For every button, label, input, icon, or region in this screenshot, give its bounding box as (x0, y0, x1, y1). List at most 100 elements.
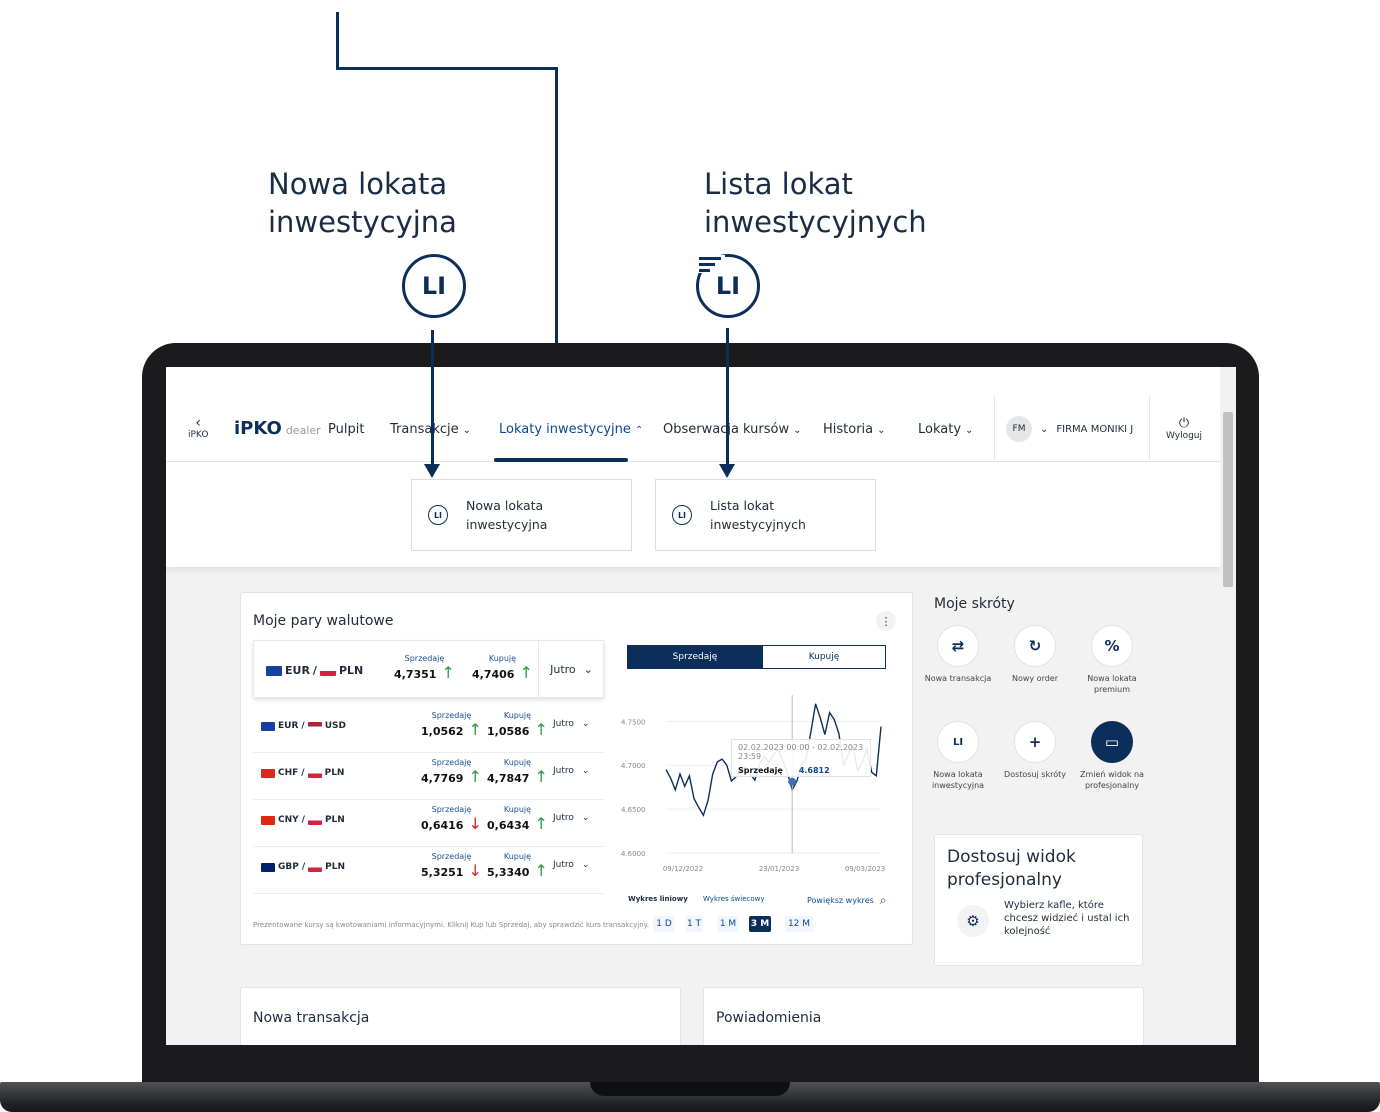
sell-rate[interactable]: Sprzedaję 4,7769 ↑ (421, 758, 482, 786)
buy-value: 0,6434 (487, 819, 530, 832)
buy-label: Kupuję (503, 758, 532, 767)
logout-button[interactable]: ⏻ Wyloguj (1166, 416, 1202, 441)
sell-value: 4,7351 (394, 668, 437, 681)
chevron-down-icon: ⌄ (1040, 423, 1049, 435)
buy-rate[interactable]: Kupuję 4,7406 ↑ (472, 654, 533, 682)
nav-item-lokaty[interactable]: Lokaty ⌄ (918, 422, 973, 437)
logout-label: Wyloguj (1166, 431, 1202, 441)
buy-rate[interactable]: Kupuję 5,3340 ↑ (487, 852, 548, 880)
shortcut-item[interactable]: + Dostosuj skróty (1000, 721, 1070, 780)
value-date-dropdown[interactable]: Jutro ⌄ (553, 813, 589, 823)
connector-line-left (431, 330, 434, 466)
sell-label: Sprzedaję (431, 805, 472, 814)
buy-value: 1,0586 (487, 725, 530, 738)
sell-value: 5,3251 (421, 866, 464, 879)
base-currency: CHF (278, 768, 299, 778)
dropdown-item1-line2: inwestycyjna (466, 517, 548, 532)
tab-chart-buy[interactable]: Kupuję (762, 645, 886, 669)
dropdown-item-new-investment-deposit[interactable]: LI Nowa lokata inwestycyjna (411, 479, 632, 551)
sell-label: Sprzedaję (404, 654, 445, 663)
y-tick-label: 4.7500 (621, 718, 646, 726)
sell-rate[interactable]: Sprzedaję 5,3251 ↓ (421, 852, 482, 880)
buy-label: Kupuję (488, 654, 517, 663)
y-tick-label: 4.7000 (621, 762, 646, 770)
base-currency: EUR (278, 721, 299, 731)
user-menu[interactable]: FM ⌄ FIRMA MONIKI J (1006, 416, 1133, 442)
tooltip-value: 4.6812 (798, 766, 830, 775)
chevron-down-icon: ⌄ (583, 662, 593, 676)
shortcut-item[interactable]: ▭ Zmień widok na profesjonalny (1077, 721, 1147, 791)
value-date-dropdown[interactable]: Jutro ⌄ (553, 766, 589, 776)
nav-item-lokaty-inwestycyjne[interactable]: Lokaty inwestycyjne ⌃ (499, 422, 643, 437)
laptop-notch (590, 1082, 790, 1096)
value-date-dropdown[interactable]: Jutro ⌄ (553, 719, 589, 729)
shortcut-item[interactable]: % Nowa lokata premium (1077, 625, 1147, 695)
li-icon: LI (937, 721, 979, 763)
li-icon: LI (428, 505, 448, 525)
scrollbar[interactable] (1220, 402, 1236, 1045)
more-options-icon[interactable]: ⋮ (876, 611, 896, 631)
dropdown-item2-line2: inwestycyjnych (710, 517, 806, 532)
buy-rate[interactable]: Kupuję 1,0586 ↑ (487, 711, 548, 739)
nav-item-obserwacja-kursow[interactable]: Obserwacja kursów ⌄ (663, 422, 802, 437)
sell-value: 1,0562 (421, 725, 464, 738)
li-icon-label: LI (715, 272, 741, 300)
tooltip-label: Sprzedaję (738, 766, 783, 775)
shortcut-item[interactable]: ⇄ Nowa transakcja (923, 625, 993, 684)
arrow-head-left (424, 464, 440, 478)
value-date-dropdown[interactable]: Jutro ⌄ (538, 641, 604, 697)
currency-row[interactable]: CNY / PLN Sprzedaję 0,6416 ↓ Kupuję 0,643… (253, 801, 604, 847)
currency-row[interactable]: EUR / USD Sprzedaję 1,0562 ↑ Kupuję 1,058… (253, 707, 604, 753)
back-button[interactable]: ‹ iPKO (188, 416, 209, 441)
range-button[interactable]: 3 M (749, 916, 771, 932)
pro-view-body: Wybierz kafle, które chcesz widzieć i us… (1004, 900, 1130, 937)
callout-left-line1: Nowa lokata (268, 167, 448, 201)
flag-pln-icon (307, 768, 322, 778)
sell-rate[interactable]: Sprzedaję 4,7351 ↑ (394, 654, 455, 682)
buy-value: 4,7406 (472, 668, 515, 681)
new-transaction-title: Nowa transakcja (253, 1010, 370, 1026)
tab-chart-sell[interactable]: Sprzedaję (627, 645, 763, 669)
nav-item-pulpit[interactable]: Pulpit (328, 422, 364, 437)
buy-rate[interactable]: Kupuję 0,6434 ↑ (487, 805, 548, 833)
pro-view-card[interactable]: Dostosuj widok profesjonalny ⚙ Wybierz k… (934, 834, 1143, 966)
rate-chart[interactable]: 4.7500 4.7000 4.6500 4.6000 09/12/2022 23/01/… (611, 685, 891, 885)
x-tick-label: 09/03/2023 (845, 865, 885, 873)
percent-star-icon: % (1091, 625, 1133, 667)
quote-currency: PLN (324, 768, 345, 778)
list-li-icon: LI (672, 505, 692, 525)
disclaimer: Prezentowane kursy są kwotowaniami infor… (253, 921, 650, 929)
order-icon: ↻ (1014, 625, 1056, 667)
plus-icon: + (1014, 721, 1056, 763)
currency-row[interactable]: CHF / PLN Sprzedaję 4,7769 ↑ Kupuję 4,784… (253, 754, 604, 800)
shortcut-label: Nowa lokata inwestycyjna (931, 770, 985, 790)
flag-eu-icon (266, 665, 282, 676)
range-button[interactable]: 1 M (717, 916, 739, 932)
shortcut-item[interactable]: LI Nowa lokata inwestycyjna (923, 721, 993, 791)
trend-icon: ↓ (468, 861, 482, 880)
zoom-chart-button[interactable]: Powiększ wykres ⌕ (807, 893, 887, 908)
range-button[interactable]: 1 T (685, 916, 703, 932)
nav-item-historia[interactable]: Historia ⌄ (823, 422, 886, 437)
sell-rate[interactable]: Sprzedaję 1,0562 ↑ (421, 711, 482, 739)
value-date-dropdown[interactable]: Jutro ⌄ (553, 860, 589, 870)
trend-up-icon: ↑ (441, 663, 455, 682)
back-label: iPKO (188, 430, 209, 440)
scrollbar-thumb[interactable] (1223, 412, 1233, 587)
chart-type-line[interactable]: Wykres liniowy (628, 895, 688, 903)
range-button[interactable]: 1 D (653, 916, 675, 932)
chart-type-candle[interactable]: Wykres świecowy (703, 895, 765, 903)
sell-rate[interactable]: Sprzedaję 0,6416 ↓ (421, 805, 482, 833)
power-icon: ⏻ (1178, 416, 1190, 431)
shortcut-item[interactable]: ↻ Nowy order (1000, 625, 1070, 684)
arrow-head-right (719, 464, 735, 478)
brand-logo[interactable]: iPKO dealer (234, 418, 321, 439)
trend-icon: ↑ (468, 720, 482, 739)
flag-pln-icon (307, 815, 322, 825)
buy-rate[interactable]: Kupuję 4,7847 ↑ (487, 758, 548, 786)
dropdown-item-investment-deposit-list[interactable]: LI Lista lokat inwestycyjnych (655, 479, 876, 551)
range-button[interactable]: 12 M (785, 916, 813, 932)
currency-row[interactable]: GBP / PLN Sprzedaję 5,3251 ↓ Kupuję 5,334… (253, 848, 604, 894)
connector-line-right (726, 328, 729, 465)
currency-row-highlighted[interactable]: EUR / PLN Sprzedaję 4,7351 ↑ Kupuję 4,740… (253, 640, 604, 698)
